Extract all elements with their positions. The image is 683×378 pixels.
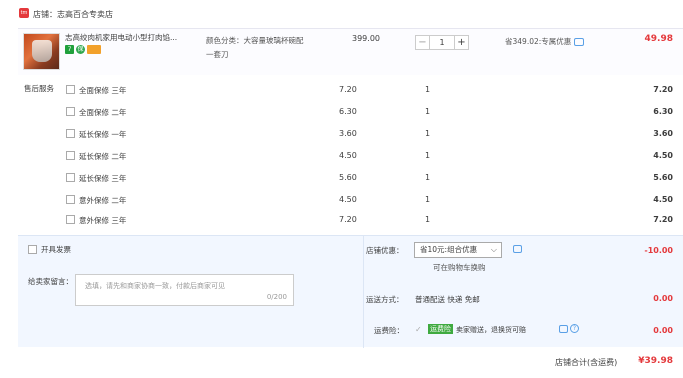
warranty-name: 意外保修 三年 <box>79 216 127 225</box>
discount-select-value: 省10元:组合优惠 <box>420 245 478 254</box>
warranty-price: 3.60 <box>339 129 357 138</box>
store-header: tm 店铺：志高百合专卖店 <box>0 0 683 28</box>
insurance-text: 卖家赠送，退换货可赔 <box>456 326 526 334</box>
warranty-checkbox[interactable] <box>66 151 75 160</box>
discount-select[interactable]: 省10元:组合优惠 ⌵ <box>414 242 502 258</box>
order-options-panel: 开具发票 给卖家留言： 选填，请先和商家协商一致，付款后商家可见 0/200 店… <box>18 235 683 348</box>
warranty-row: 意外保修 二年 4.50 1 4.50 <box>0 193 683 215</box>
product-spec: 颜色分类：大容量玻璃杯碗配一套刀 <box>206 36 304 59</box>
invoice-label: 开具发票 <box>41 245 71 254</box>
warranty-row: 全面保修 二年 6.30 1 6.30 <box>0 105 683 127</box>
store-name-link[interactable]: 店铺：志高百合专卖店 <box>33 9 113 20</box>
product-thumbnail[interactable] <box>23 33 60 70</box>
warranty-total: 3.60 <box>653 129 673 138</box>
chat-icon[interactable] <box>574 37 585 46</box>
promo-info: 省349.02:专属优惠 <box>505 36 585 47</box>
warranty-total: 7.20 <box>653 215 673 224</box>
promo-text: 省349.02:专属优惠 <box>505 37 572 46</box>
warranty-checkbox[interactable] <box>66 195 75 204</box>
help-icon[interactable]: ? <box>570 324 579 333</box>
warranty-name: 延长保修 三年 <box>79 174 127 183</box>
warranty-row: 全面保修 三年 7.20 1 7.20 <box>0 83 683 105</box>
qty-decrease-button[interactable]: − <box>415 35 430 50</box>
insurance-price: 0.00 <box>653 326 673 335</box>
warranty-qty: 1 <box>425 85 431 94</box>
unit-price: 399.00 <box>352 34 380 43</box>
warranty-name: 意外保修 二年 <box>79 196 127 205</box>
warranty-name: 延长保修 二年 <box>79 152 127 161</box>
seller-message-input[interactable]: 选填，请先和商家协商一致，付款后商家可见 0/200 <box>75 274 294 306</box>
store-total-label: 店铺合计(含运费) <box>555 358 618 367</box>
product-title-link[interactable]: 志高绞肉机家用电动小型打肉馅... <box>65 32 193 43</box>
warranty-qty: 1 <box>425 195 431 204</box>
warranty-total: 4.50 <box>653 195 673 204</box>
warranty-name: 全面保修 二年 <box>79 108 127 117</box>
tmall-logo-icon: tm <box>19 8 29 18</box>
invoice-checkbox[interactable] <box>28 245 37 254</box>
warranty-row: 延长保修 二年 4.50 1 4.50 <box>0 149 683 171</box>
discount-label: 店铺优惠： <box>366 246 404 255</box>
panel-divider <box>363 236 364 348</box>
warranty-checkbox[interactable] <box>66 173 75 182</box>
guarantee-icon[interactable]: 保 <box>76 45 85 54</box>
chevron-down-icon: ⌵ <box>490 245 497 254</box>
order-item-row: 志高绞肉机家用电动小型打肉馅... 7 保 颜色分类：大容量玻璃杯碗配一套刀 3… <box>18 28 683 75</box>
warranty-qty: 1 <box>425 107 431 116</box>
invoice-option[interactable]: 开具发票 <box>28 244 71 255</box>
warranty-checkbox[interactable] <box>66 85 75 94</box>
service-badges: 7 保 <box>65 45 101 54</box>
warranty-price: 5.60 <box>339 173 357 182</box>
warranty-total: 5.60 <box>653 173 673 182</box>
store-total-value: ¥39.98 <box>638 356 673 366</box>
insurance-badge: 运费险 <box>428 324 453 334</box>
warranty-total: 6.30 <box>653 107 673 116</box>
warranty-qty: 1 <box>425 215 431 224</box>
qty-increase-button[interactable]: + <box>454 35 469 50</box>
warranty-checkbox[interactable] <box>66 129 75 138</box>
shipping-label: 运送方式： <box>366 295 404 304</box>
warranty-row: 延长保修 三年 5.60 1 5.60 <box>0 171 683 193</box>
warranty-row: 意外保修 三年 7.20 1 7.20 <box>0 213 683 235</box>
discount-note[interactable]: 可在购物车换购 <box>433 262 486 273</box>
warranty-price: 4.50 <box>339 151 357 160</box>
item-total: 49.98 <box>644 34 673 44</box>
warranty-name: 全面保修 三年 <box>79 86 127 95</box>
warranty-price: 7.20 <box>339 215 357 224</box>
chat-icon[interactable] <box>513 245 522 253</box>
warranty-checkbox[interactable] <box>66 107 75 116</box>
credit-card-icon[interactable] <box>87 45 101 54</box>
warranty-checkbox[interactable] <box>66 215 75 224</box>
warranty-price: 4.50 <box>339 195 357 204</box>
warranty-price: 7.20 <box>339 85 357 94</box>
shipping-insurance-label: 运费险： <box>374 326 404 335</box>
seven-day-return-icon[interactable]: 7 <box>65 45 74 54</box>
qty-input[interactable]: 1 <box>430 35 454 50</box>
warranty-qty: 1 <box>425 151 431 160</box>
warranty-qty: 1 <box>425 129 431 138</box>
warranty-name: 延长保修 一年 <box>79 130 127 139</box>
shipping-method: 普通配送 快递 免邮 <box>415 295 480 304</box>
warranty-total: 7.20 <box>653 85 673 94</box>
message-char-count: 0/200 <box>266 293 287 301</box>
warranty-qty: 1 <box>425 173 431 182</box>
discount-value: -10.00 <box>644 246 673 255</box>
warranty-row: 延长保修 一年 3.60 1 3.60 <box>0 127 683 149</box>
chat-icon[interactable] <box>559 325 568 333</box>
quantity-stepper: − 1 + <box>415 35 469 50</box>
shipping-price: 0.00 <box>653 294 673 303</box>
warranty-price: 6.30 <box>339 107 357 116</box>
warranty-total: 4.50 <box>653 151 673 160</box>
insurance-check-icon: ✓ <box>415 325 422 334</box>
message-placeholder: 选填，请先和商家协商一致，付款后商家可见 <box>85 282 225 290</box>
message-label: 给卖家留言： <box>28 277 73 286</box>
